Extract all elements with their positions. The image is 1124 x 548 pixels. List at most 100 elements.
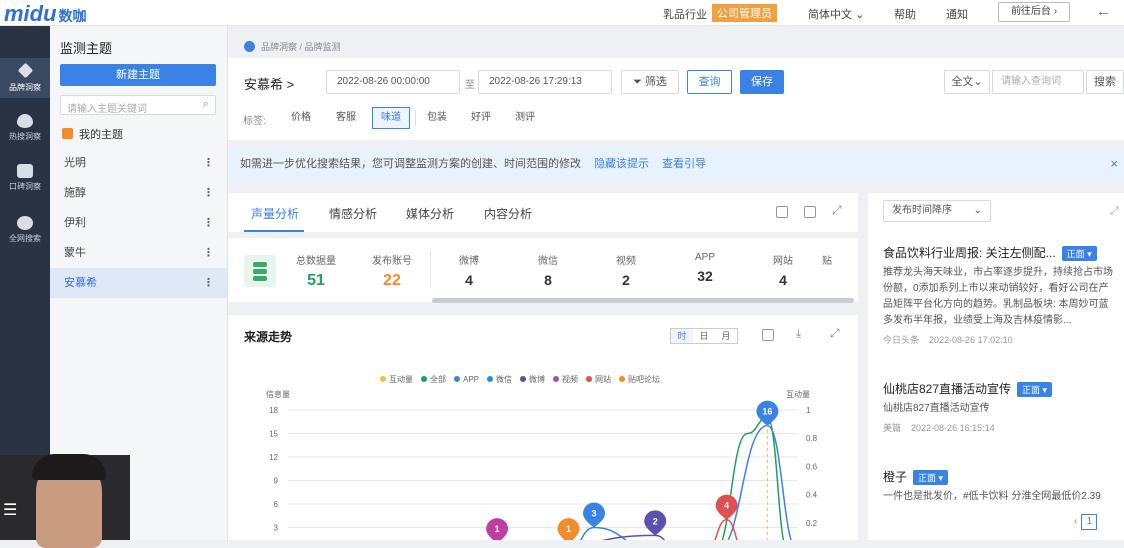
sentiment-badge[interactable]: 正面 ▾ (913, 470, 949, 485)
my-topics-group[interactable]: 我的主题 (62, 126, 123, 142)
divider (430, 252, 431, 288)
sidebar-item-web-search[interactable]: 全网搜索 (0, 212, 50, 252)
topic-item[interactable]: 光明 ⋮ (50, 148, 228, 178)
article-item[interactable]: 橙子 正面 ▾ 一件也是批发价，#低卡饮料 分淮全网最低价2.39 (883, 468, 1115, 505)
stat-website[interactable]: 网站 4 (753, 252, 813, 288)
tag-price[interactable]: 价格 (282, 107, 320, 129)
expand-icon[interactable]: ⤢ (1110, 205, 1119, 218)
granularity-day[interactable]: 日 (693, 329, 715, 343)
more-icon[interactable]: ⋮ (203, 238, 214, 268)
current-page[interactable]: 1 (1081, 514, 1098, 530)
tag-service[interactable]: 客服 (327, 107, 365, 129)
granularity-toggle[interactable]: 时日月 (670, 328, 738, 344)
article-item[interactable]: 食品饮料行业周报: 关注左侧配... 正面 ▾ 推荐龙头海天味业，市占率逐步提升，… (883, 244, 1115, 346)
language-selector[interactable]: 简体中文 ⌄ (808, 6, 864, 22)
topic-item[interactable]: 蒙牛 ⋮ (50, 238, 228, 268)
expand-icon[interactable]: ⤢ (830, 326, 840, 341)
end-date-input[interactable]: 2022-08-26 17:29:13 (478, 70, 612, 94)
article-title[interactable]: 食品饮料行业周报: 关注左侧配... (883, 246, 1056, 260)
legend-item[interactable]: 全部 (430, 375, 446, 384)
sentiment-badge[interactable]: 正面 ▾ (1017, 382, 1053, 397)
legend-item[interactable]: 微信 (496, 375, 512, 384)
search-button[interactable]: 搜索 (1086, 70, 1124, 94)
topic-item-active[interactable]: 安慕希 ⋮ (50, 268, 228, 298)
new-topic-button[interactable]: 新建主题 (60, 64, 216, 86)
sidebar-item-brand-insight[interactable]: 品牌洞察 (0, 58, 50, 98)
granularity-month[interactable]: 月 (715, 329, 737, 343)
topic-item[interactable]: 施醇 ⋮ (50, 178, 228, 208)
article-item[interactable]: 仙桃店827直播活动宣传 正面 ▾ 仙桃店827直播活动宣传 美篇 2022-08… (883, 380, 1115, 434)
legend-swatch (553, 376, 560, 382)
start-date-input[interactable]: 2022-08-26 00:00:00 (326, 70, 460, 94)
legend-item[interactable]: 互动量 (389, 375, 413, 384)
horizontal-scrollbar[interactable] (432, 298, 854, 303)
tag-positive[interactable]: 好评 (462, 107, 500, 129)
company-badge[interactable]: 公司管理员 (712, 4, 777, 22)
keyword-search-input[interactable]: 请输入查询词 (992, 70, 1084, 94)
query-button[interactable]: 查询 (687, 70, 732, 94)
search-icon[interactable]: ⌕ (203, 98, 209, 111)
tag-taste[interactable]: 味道 (372, 107, 410, 129)
brand-selector[interactable]: 安慕希 > (244, 74, 294, 93)
image-icon[interactable] (804, 206, 816, 218)
legend-item[interactable]: 微博 (529, 375, 545, 384)
diamond-icon (17, 62, 33, 79)
more-icon[interactable]: ⋮ (203, 208, 214, 238)
legend-swatch (487, 376, 494, 382)
table-icon[interactable] (776, 206, 788, 218)
tab-volume[interactable]: 声量分析 (251, 205, 299, 222)
article-meta: 美篇 2022-08-26 16:15:14 (883, 423, 995, 433)
legend-item[interactable]: 网站 (595, 375, 611, 384)
sidebar-item-hot-search[interactable]: 热搜洞察 (0, 110, 50, 150)
expand-icon[interactable]: ⤢ (832, 203, 842, 218)
tag-package[interactable]: 包装 (418, 107, 456, 129)
back-circle-icon[interactable] (244, 41, 255, 52)
filter-icon: ⏷ (633, 76, 642, 88)
stat-wechat[interactable]: 微信 8 (518, 252, 578, 288)
download-icon[interactable]: ⤓ (796, 326, 801, 341)
save-button[interactable]: 保存 (740, 70, 784, 94)
tag-review[interactable]: 测评 (506, 107, 544, 129)
industry-selector[interactable]: 乳品行业 (663, 6, 707, 22)
sort-select[interactable]: 发布时间降序 ⌄ (883, 200, 991, 222)
logo[interactable]: midu 数咖 (4, 1, 87, 27)
arrow-left-icon[interactable]: ← (1096, 3, 1111, 20)
tab-media[interactable]: 媒体分析 (406, 205, 454, 222)
article-title[interactable]: 仙桃店827直播活动宣传 (883, 382, 1011, 396)
more-icon[interactable]: ⋮ (203, 148, 214, 178)
article-title[interactable]: 橙子 (883, 470, 907, 484)
stat-app[interactable]: APP 32 (675, 252, 735, 284)
fulltext-select[interactable]: 全文⌄ (944, 70, 990, 94)
menu-icon[interactable]: ☰ (3, 500, 17, 520)
notice-link[interactable]: 通知 (946, 6, 968, 22)
topic-item[interactable]: 伊利 ⋮ (50, 208, 228, 238)
hide-hint-link[interactable]: 隐藏该提示 (594, 158, 649, 170)
y2-tick-label: 1 (806, 406, 811, 415)
legend-item[interactable]: 视频 (562, 375, 578, 384)
legend-item[interactable]: 贴吧论坛 (628, 375, 660, 384)
view-guide-link[interactable]: 查看引导 (662, 158, 706, 170)
goto-backend-button[interactable]: 前往后台 › (998, 2, 1070, 22)
close-icon[interactable]: × (1110, 148, 1118, 180)
help-link[interactable]: 帮助 (894, 6, 916, 22)
breadcrumb: 品牌洞察 / 品牌监测 (244, 40, 341, 53)
table-icon[interactable] (762, 329, 774, 341)
tab-sentiment[interactable]: 情感分析 (329, 205, 377, 222)
more-icon[interactable]: ⋮ (203, 178, 214, 208)
stat-weibo[interactable]: 微博 4 (439, 252, 499, 288)
sidebar-item-reputation[interactable]: 口碑洞察 (0, 160, 50, 200)
legend-item[interactable]: APP (463, 375, 479, 384)
stat-total: 总数据量 51 (296, 256, 336, 289)
topic-search-input[interactable]: 请输入主题关键词 ⌕ (60, 95, 216, 115)
prev-page-icon[interactable]: ‹ (1074, 516, 1077, 527)
y-tick-label: 15 (269, 430, 278, 439)
sentiment-badge[interactable]: 正面 ▾ (1061, 246, 1097, 261)
filter-button[interactable]: ⏷ 筛选 (621, 70, 679, 94)
article-body: 一件也是批发价，#低卡饮料 分淮全网最低价2.39 (883, 491, 1101, 502)
more-icon[interactable]: ⋮ (203, 268, 214, 298)
stat-forum[interactable]: 贴 (822, 252, 856, 272)
pagination[interactable]: ‹ 1 (1074, 514, 1098, 530)
tab-content[interactable]: 内容分析 (484, 205, 532, 222)
stat-video[interactable]: 视频 2 (596, 252, 656, 288)
granularity-hour[interactable]: 时 (671, 329, 693, 343)
